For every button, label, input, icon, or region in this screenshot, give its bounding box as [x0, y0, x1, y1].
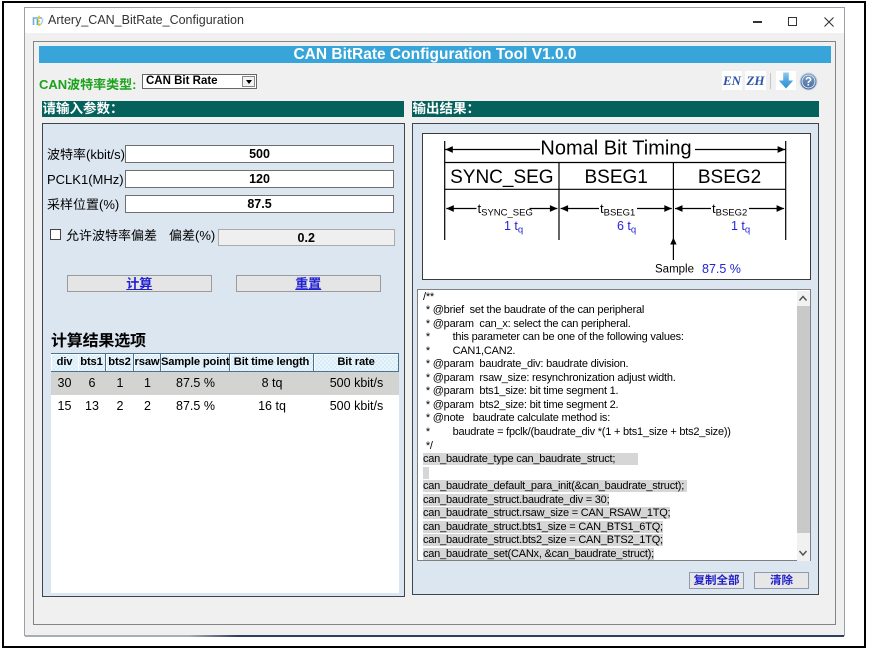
svg-text:BSEG2: BSEG2 [698, 167, 761, 188]
svg-text:?: ? [804, 76, 811, 88]
svg-text:87.5 %: 87.5 % [702, 262, 741, 276]
svg-text:tBSEG1: tBSEG1 [600, 201, 635, 219]
svg-text:1 tq: 1 tq [504, 219, 523, 236]
svg-text:Nomal Bit Timing: Nomal Bit Timing [540, 138, 691, 160]
svg-text:tSYNC_SEG: tSYNC_SEG [478, 201, 533, 219]
svg-text:6 tq: 6 tq [617, 219, 636, 236]
svg-text:1 tq: 1 tq [731, 219, 750, 236]
svg-text:BSEG1: BSEG1 [585, 167, 648, 188]
svg-text:SYNC_SEG: SYNC_SEG [450, 167, 553, 188]
svg-text:Sample: Sample [655, 264, 694, 276]
svg-text:tBSEG2: tBSEG2 [712, 201, 747, 219]
